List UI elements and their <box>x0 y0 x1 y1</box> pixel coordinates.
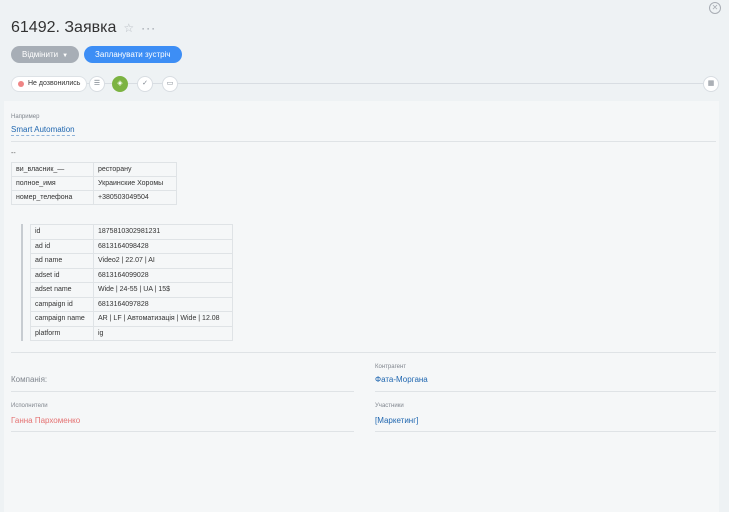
list-icon[interactable]: ☰ <box>89 76 105 92</box>
table-row: номер_телефона +380503049504 <box>11 190 177 205</box>
table-value-cell: ig <box>93 325 233 341</box>
action-buttons: Відмінити ▼ Запланувати зустріч <box>11 46 182 63</box>
chevron-down-icon: ▼ <box>62 53 69 59</box>
close-icon[interactable]: ✕ <box>709 2 721 14</box>
participants-label: Участники <box>375 403 404 409</box>
table-row: campaign name AR | LF | Автоматизація | W… <box>30 311 233 327</box>
more-icon[interactable]: ··· <box>141 21 156 35</box>
table-key-cell: adset id <box>30 267 94 283</box>
divider <box>11 391 354 392</box>
table-key-cell: campaign id <box>30 296 94 312</box>
schedule-meeting-label: Запланувати зустріч <box>95 50 171 59</box>
table-key-cell: ви_власник_— <box>11 162 94 177</box>
table-key-cell: id <box>30 224 94 240</box>
cancel-button[interactable]: Відмінити ▼ <box>11 46 80 63</box>
table-row: platform ig <box>30 325 233 341</box>
participants-value-link[interactable]: [Маркетинг] <box>375 416 418 425</box>
divider <box>375 431 716 432</box>
table-key-cell: ad name <box>30 253 94 269</box>
stage-label: Не дозвонились <box>28 80 81 87</box>
table-value-cell: Video2 | 22.07 | AI <box>93 253 233 269</box>
table-value-cell: Wide | 24-55 | UA | 15$ <box>93 282 233 298</box>
example-value-link[interactable]: Smart Automation <box>11 125 75 136</box>
flag-icon[interactable]: ◈ <box>112 76 128 92</box>
quote-bar <box>21 224 23 341</box>
table-value-cell: 1875810302981231 <box>93 224 233 240</box>
dash-text: -- <box>11 150 16 157</box>
table-row: adset id 6813164099028 <box>30 267 233 283</box>
page: ✕ 61492. Заявка ☆ ··· Відмінити ▼ Заплану… <box>0 0 729 512</box>
schedule-meeting-button[interactable]: Запланувати зустріч <box>84 46 182 63</box>
table-value-cell: 6813164097828 <box>93 296 233 312</box>
table-value-cell: AR | LF | Автоматизація | Wide | 12.08 <box>93 311 233 327</box>
company-label: Компанія: <box>11 375 48 384</box>
table-row: ви_власник_— ресторану <box>11 162 177 177</box>
table-row: adset name Wide | 24-55 | UA | 15$ <box>30 282 233 298</box>
cancel-button-label: Відмінити <box>22 50 59 59</box>
table-value-cell: ресторану <box>93 162 177 177</box>
divider <box>11 141 716 142</box>
table-key-cell: полное_имя <box>11 176 94 191</box>
table-key-cell: номер_телефона <box>11 190 94 205</box>
table-value-cell: Украинские Хоромы <box>93 176 177 191</box>
table-key-cell: ad id <box>30 238 94 254</box>
title-row: 61492. Заявка ☆ ··· <box>11 19 156 37</box>
table-value-cell: +380503049504 <box>93 190 177 205</box>
table-row: ad name Video2 | 22.07 | AI <box>30 253 233 269</box>
page-title: 61492. Заявка <box>11 19 117 36</box>
table-row: ad id 6813164098428 <box>30 238 233 254</box>
example-label: Например <box>11 114 40 120</box>
stage-status-dot <box>18 81 24 87</box>
comment-icon[interactable]: ▭ <box>162 76 178 92</box>
ad-table: id 1875810302981231 ad id 6813164098428 ad n… <box>30 224 233 341</box>
table-value-cell: 6813164098428 <box>93 238 233 254</box>
contractor-label: Контрагент <box>375 364 407 370</box>
star-icon[interactable]: ☆ <box>123 21 134 35</box>
contractor-value-link[interactable]: Фата-Моргана <box>375 375 428 384</box>
details-card: Например Smart Automation -- ви_власник_… <box>4 101 719 512</box>
table-row: campaign id 6813164097828 <box>30 296 233 312</box>
executors-value-link[interactable]: Ганна Пархоменко <box>11 416 80 425</box>
table-row: id 1875810302981231 <box>30 224 233 240</box>
executors-label: Исполнители <box>11 403 48 409</box>
calendar-icon[interactable]: ▦ <box>703 76 719 92</box>
activity-toolbar: Не дозвонились ☰ ◈ ✓ ▭ ▦ <box>11 76 719 92</box>
divider <box>11 352 716 353</box>
table-row: полное_имя Украинские Хоромы <box>11 176 177 191</box>
stage-badge[interactable]: Не дозвонились <box>11 76 88 92</box>
table-key-cell: platform <box>30 325 94 341</box>
divider <box>375 391 716 392</box>
form-table: ви_власник_— ресторану полное_имя Украински… <box>11 162 177 205</box>
table-key-cell: adset name <box>30 282 94 298</box>
table-value-cell: 6813164099028 <box>93 267 233 283</box>
check-circle-icon[interactable]: ✓ <box>137 76 153 92</box>
divider <box>11 431 354 432</box>
table-key-cell: campaign name <box>30 311 94 327</box>
